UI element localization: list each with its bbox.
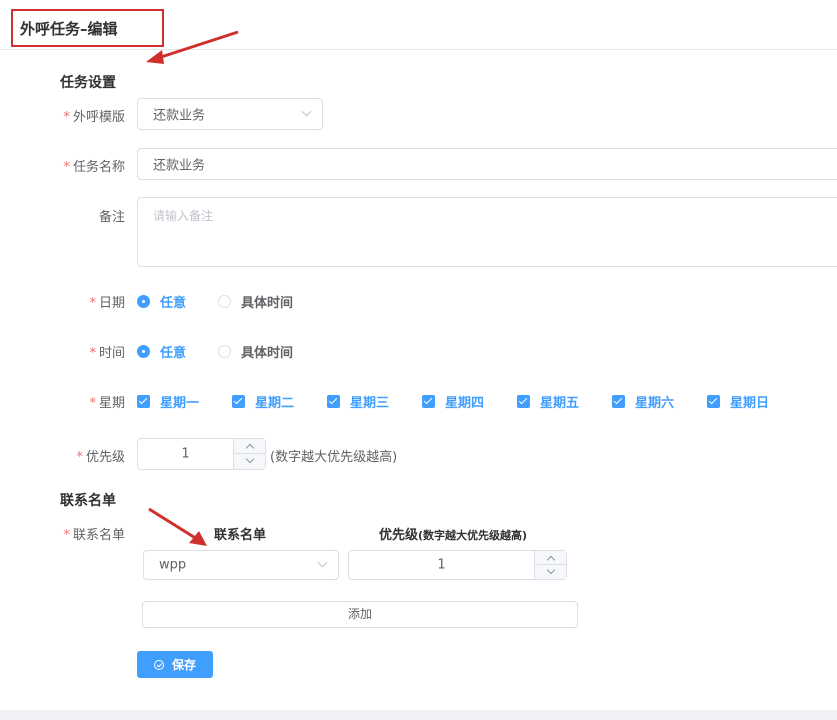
date-radio-any[interactable]: 任意 bbox=[137, 292, 186, 311]
required-mark: * bbox=[63, 528, 70, 543]
required-mark: * bbox=[89, 296, 96, 311]
template-label: * 外呼模版 bbox=[63, 110, 125, 125]
time-radio-any[interactable]: 任意 bbox=[137, 342, 186, 361]
weekday-checkbox-tue[interactable]: 星期二 bbox=[232, 392, 294, 411]
weekday-checkbox-fri[interactable]: 星期五 bbox=[517, 392, 579, 411]
weekday-checkbox-sun[interactable]: 星期日 bbox=[707, 392, 769, 411]
chevron-down-icon[interactable] bbox=[234, 454, 265, 469]
required-mark: * bbox=[89, 396, 96, 411]
section-title-contact-list: 联系名单 bbox=[60, 493, 116, 509]
required-mark: * bbox=[63, 160, 70, 175]
priority-stepper[interactable]: 1 bbox=[137, 438, 266, 470]
time-radio-specific[interactable]: 具体时间 bbox=[218, 342, 293, 361]
weekday-checkbox-sat[interactable]: 星期六 bbox=[612, 392, 674, 411]
annotation-arrow-icon bbox=[148, 507, 207, 546]
contact-list-label: * 联系名单 bbox=[63, 528, 125, 543]
chevron-up-icon[interactable] bbox=[234, 439, 265, 454]
section-title-task-settings: 任务设置 bbox=[60, 75, 116, 91]
required-mark: * bbox=[76, 450, 83, 465]
contact-priority-stepper[interactable]: 1 bbox=[348, 550, 567, 580]
required-mark: * bbox=[63, 110, 70, 125]
priority-label: * 优先级 bbox=[76, 450, 125, 465]
column-header-list: 联系名单 bbox=[214, 528, 267, 543]
weekday-checkbox-wed[interactable]: 星期三 bbox=[327, 392, 389, 411]
page-title: 外呼任务–编辑 bbox=[20, 20, 118, 38]
chevron-down-icon bbox=[317, 557, 328, 568]
template-select[interactable]: 还款业务 bbox=[137, 98, 323, 130]
chevron-up-icon[interactable] bbox=[535, 551, 566, 565]
task-name-input[interactable]: 还款业务 bbox=[137, 148, 837, 180]
remark-label: 备注 bbox=[98, 210, 125, 225]
add-contact-button[interactable]: 添加 bbox=[142, 601, 578, 628]
required-mark: * bbox=[89, 346, 96, 361]
annotation-arrow-icon bbox=[146, 30, 239, 64]
priority-hint: (数字越大优先级越高) bbox=[270, 450, 398, 465]
chevron-down-icon bbox=[301, 106, 312, 117]
footer-bar bbox=[0, 710, 837, 720]
date-label: * 日期 bbox=[89, 296, 125, 311]
weekday-checkbox-thu[interactable]: 星期四 bbox=[422, 392, 484, 411]
chevron-down-icon[interactable] bbox=[535, 565, 566, 579]
save-button[interactable]: 保存 bbox=[137, 651, 213, 678]
time-label: * 时间 bbox=[89, 346, 125, 361]
task-name-label: * 任务名称 bbox=[63, 160, 125, 175]
remark-textarea[interactable]: 请输入备注 bbox=[137, 197, 837, 267]
weekday-checkbox-mon[interactable]: 星期一 bbox=[137, 392, 199, 411]
check-circle-icon bbox=[153, 659, 164, 670]
contact-list-select[interactable]: wpp bbox=[143, 550, 339, 580]
weekday-label: * 星期 bbox=[89, 396, 125, 411]
date-radio-specific[interactable]: 具体时间 bbox=[218, 292, 293, 311]
column-header-priority: 优先级(数字越大优先级越高) bbox=[379, 528, 528, 543]
